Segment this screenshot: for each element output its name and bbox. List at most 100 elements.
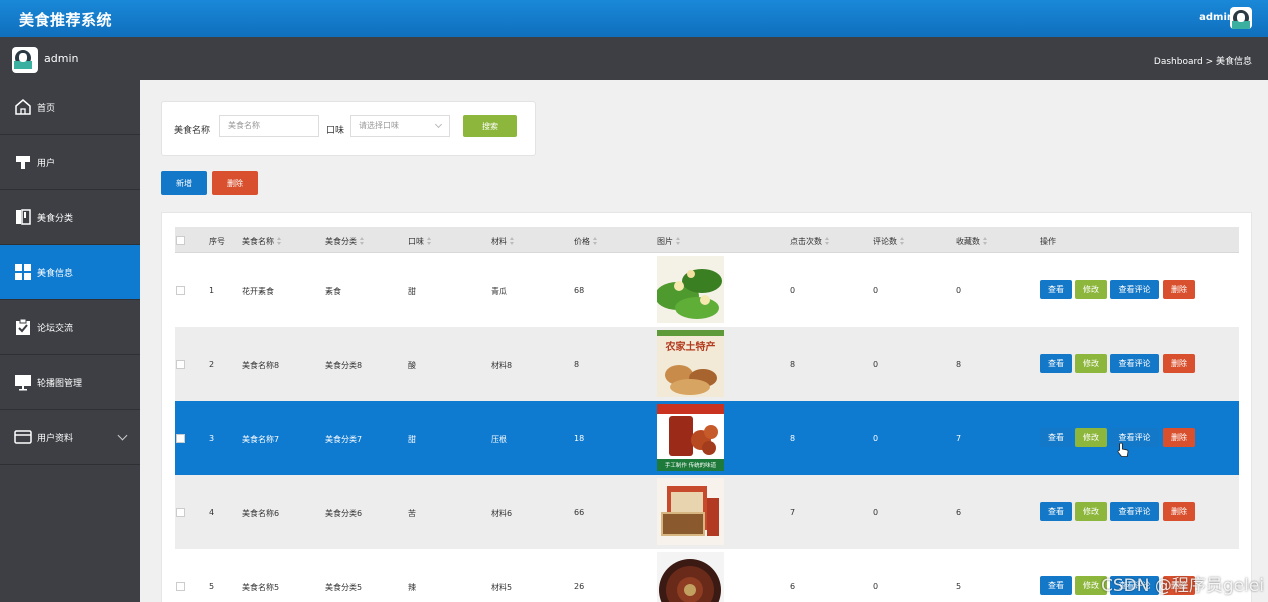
- sidebar-item-forum[interactable]: 论坛交流: [0, 300, 140, 355]
- cell-index: 5: [209, 582, 215, 591]
- add-button[interactable]: 新增: [161, 171, 207, 195]
- table-row[interactable]: 5 美食名称5 美食分类5 辣 材料5 26 6 0 5 查看 修改 查看评论 …: [175, 549, 1239, 602]
- row-checkbox[interactable]: [176, 286, 185, 295]
- col-price-label: 价格: [574, 237, 590, 246]
- view-button[interactable]: 查看: [1040, 576, 1072, 595]
- edit-button[interactable]: 修改: [1075, 502, 1107, 521]
- col-favorites-label: 收藏数: [956, 237, 980, 246]
- delete-button[interactable]: 删除: [1163, 428, 1195, 447]
- chevron-down-icon[interactable]: [117, 430, 128, 441]
- col-image[interactable]: 图片: [657, 236, 681, 247]
- col-price[interactable]: 价格: [574, 236, 598, 247]
- view-button[interactable]: 查看: [1040, 502, 1072, 521]
- search-panel: 美食名称 美食名称 口味 请选择口味 搜索: [161, 101, 536, 156]
- view-button[interactable]: 查看: [1040, 280, 1072, 299]
- col-material-label: 材料: [491, 237, 507, 246]
- sidebar-item-label: 美食信息: [37, 268, 74, 279]
- cell-price: 8: [574, 360, 580, 369]
- sub-header: admin Dashboard > 美食信息: [0, 37, 1268, 80]
- row-checkbox[interactable]: [176, 360, 185, 369]
- view-comments-button[interactable]: 查看评论: [1110, 280, 1159, 299]
- delete-button[interactable]: 删除: [1163, 280, 1195, 299]
- search-button[interactable]: 搜索: [463, 115, 517, 137]
- cell-category: 美食分类5: [325, 583, 363, 592]
- taste-select-placeholder: 请选择口味: [359, 121, 399, 130]
- sidebar-item-food-info[interactable]: 美食信息: [0, 245, 140, 300]
- cell-favorites: 8: [956, 360, 962, 369]
- view-comments-button[interactable]: 查看评论: [1110, 502, 1159, 521]
- cell-material: 材料5: [491, 583, 513, 592]
- header-username[interactable]: admin: [1199, 12, 1234, 23]
- view-button[interactable]: 查看: [1040, 428, 1072, 447]
- batch-delete-button[interactable]: 删除: [212, 171, 258, 195]
- view-button[interactable]: 查看: [1040, 354, 1072, 373]
- row-checkbox[interactable]: [176, 582, 185, 591]
- edit-button[interactable]: 修改: [1075, 280, 1107, 299]
- cell-comments: 0: [873, 434, 879, 443]
- cell-comments: 0: [873, 582, 879, 591]
- sidebar-item-home[interactable]: 首页: [0, 80, 140, 135]
- top-header: 美食推荐系统 admin: [0, 0, 1268, 37]
- sidebar-item-label: 轮播图管理: [37, 378, 83, 389]
- clipboard-check-icon: [14, 318, 32, 336]
- col-material[interactable]: 材料: [491, 236, 515, 247]
- food-image: [657, 256, 724, 323]
- col-clicks[interactable]: 点击次数: [790, 236, 830, 247]
- table-row[interactable]: 2 美食名称8 美食分类8 酸 材料8 8 农家土特产 8 0 8 查看 修改 …: [175, 327, 1239, 401]
- cell-clicks: 8: [790, 360, 796, 369]
- cell-comments: 0: [873, 286, 879, 295]
- col-comments[interactable]: 评论数: [873, 236, 905, 247]
- cell-index: 1: [209, 286, 215, 295]
- edit-button[interactable]: 修改: [1075, 354, 1107, 373]
- sort-icon: [427, 237, 432, 245]
- card-icon: [14, 428, 32, 446]
- sidebar-item-carousel[interactable]: 轮播图管理: [0, 355, 140, 410]
- food-name-label: 美食名称: [174, 126, 211, 136]
- sidebar-item-food-category[interactable]: 美食分类: [0, 190, 140, 245]
- cell-favorites: 0: [956, 286, 962, 295]
- food-image: 农家土特产: [657, 330, 724, 397]
- col-name[interactable]: 美食名称: [242, 236, 282, 247]
- cell-taste: 苦: [408, 509, 416, 518]
- food-image: [657, 478, 724, 545]
- user-icon: [14, 153, 32, 171]
- sort-icon: [593, 237, 598, 245]
- sort-icon: [510, 237, 515, 245]
- delete-button[interactable]: 删除: [1163, 502, 1195, 521]
- col-favorites[interactable]: 收藏数: [956, 236, 988, 247]
- cell-name: 美食名称7: [242, 435, 280, 444]
- sidebar-avatar: [12, 47, 38, 73]
- table-row[interactable]: 1 花开素食 素食 甜 青瓜 68 0 0 0 查看 修改 查看评论 删除: [175, 253, 1239, 327]
- cell-comments: 0: [873, 508, 879, 517]
- view-comments-button[interactable]: 查看评论: [1110, 354, 1159, 373]
- cell-category: 美食分类8: [325, 361, 363, 370]
- col-taste[interactable]: 口味: [408, 236, 432, 247]
- select-all-checkbox[interactable]: [176, 236, 185, 245]
- cell-category: 美食分类7: [325, 435, 363, 444]
- col-name-label: 美食名称: [242, 237, 274, 246]
- header-avatar[interactable]: [1230, 7, 1252, 29]
- sort-icon: [825, 237, 830, 245]
- food-name-input[interactable]: 美食名称: [219, 115, 319, 137]
- cell-clicks: 6: [790, 582, 796, 591]
- cell-price: 18: [574, 434, 585, 443]
- table-row[interactable]: 3 美食名称7 美食分类7 甜 压根 18 手工制作 传统的味道 8 0 7 查…: [175, 401, 1239, 475]
- cell-price: 26: [574, 582, 585, 591]
- cell-category: 素食: [325, 287, 341, 296]
- sidebar-item-profile[interactable]: 用户资料: [0, 410, 140, 465]
- grid-icon: [14, 263, 32, 281]
- edit-button[interactable]: 修改: [1075, 428, 1107, 447]
- col-category[interactable]: 美食分类: [325, 236, 365, 247]
- taste-select[interactable]: 请选择口味: [350, 115, 450, 137]
- row-checkbox[interactable]: [176, 508, 185, 517]
- delete-button[interactable]: 删除: [1163, 354, 1195, 373]
- cell-material: 青瓜: [491, 287, 507, 296]
- row-checkbox[interactable]: [176, 434, 185, 443]
- table-row[interactable]: 4 美食名称6 美食分类6 苦 材料6 66 7 0 6 查看 修改 查看评论 …: [175, 475, 1239, 549]
- sidebar-item-users[interactable]: 用户: [0, 135, 140, 190]
- hand-cursor-icon: [1117, 442, 1129, 457]
- food-image: [657, 552, 724, 602]
- food-table: 序号 美食名称 美食分类 口味 材料 价格 图片 点击次数 评论数 收藏数 操作…: [161, 212, 1252, 602]
- cell-taste: 甜: [408, 435, 416, 444]
- col-clicks-label: 点击次数: [790, 237, 822, 246]
